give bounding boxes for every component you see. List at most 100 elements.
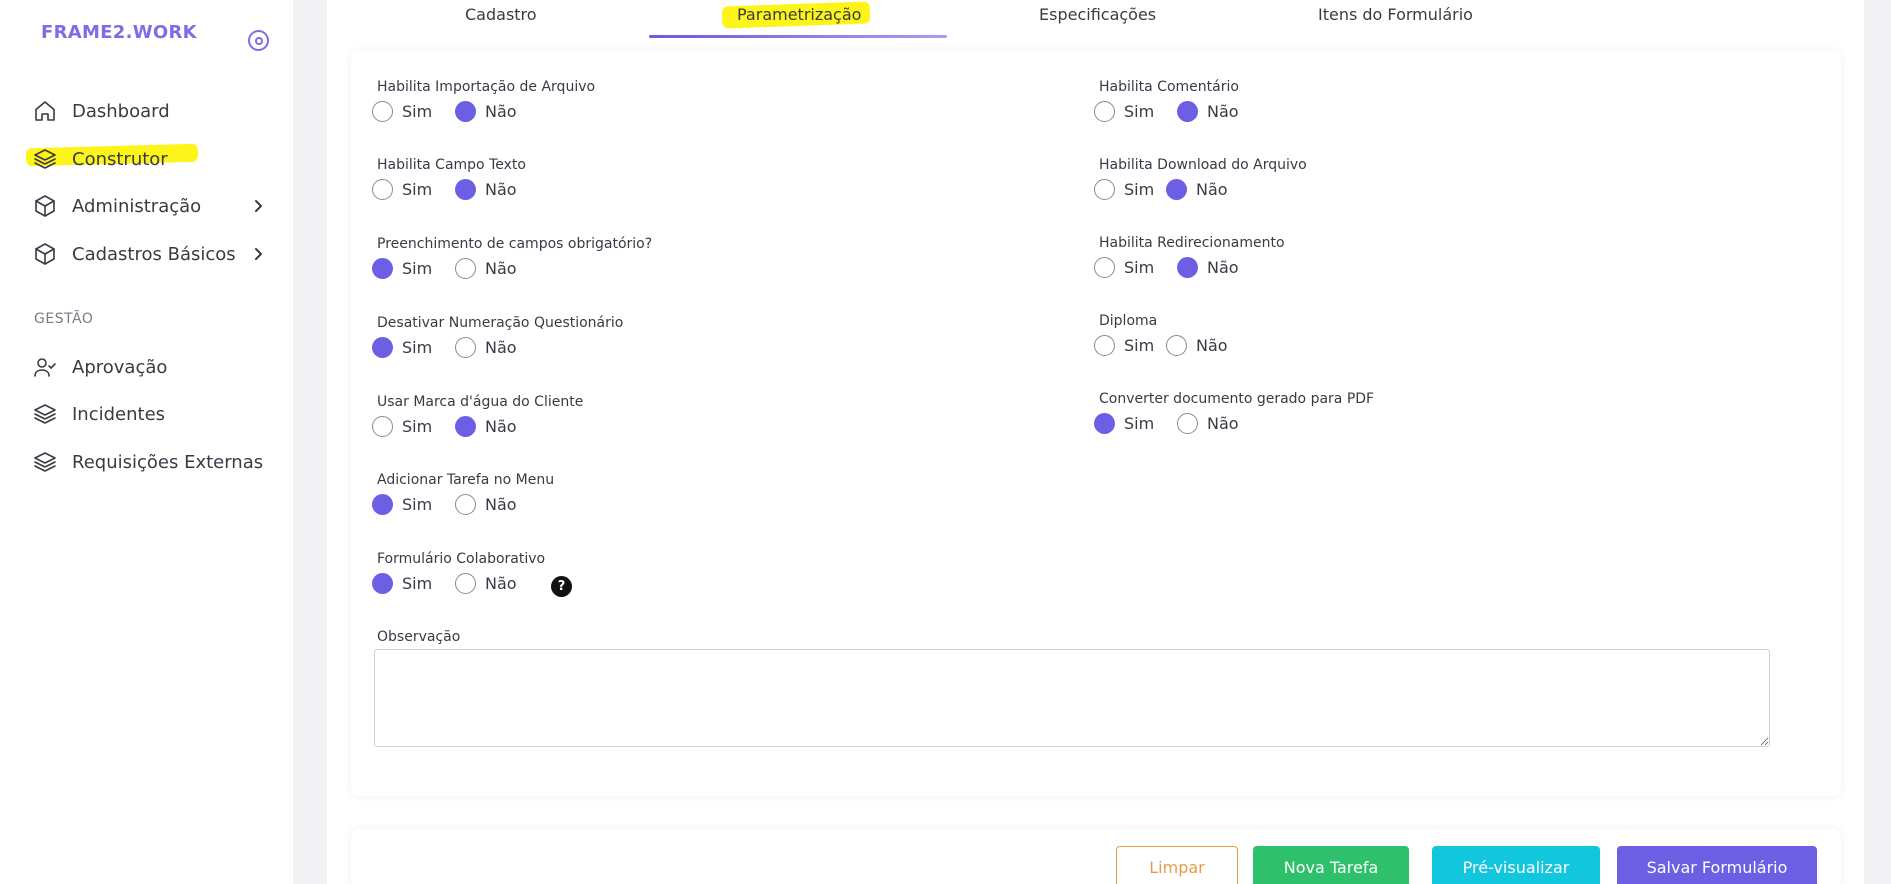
radio-sim[interactable]: Sim <box>372 101 432 122</box>
radio-circle[interactable] <box>372 337 393 358</box>
radio-circle[interactable] <box>1094 179 1115 200</box>
salvar-formulario-button[interactable]: Salvar Formulário <box>1617 846 1817 884</box>
radio-circle[interactable] <box>455 179 476 200</box>
radio-nao[interactable]: Não <box>455 416 517 437</box>
radio-circle[interactable] <box>1094 335 1115 356</box>
sidebar-item-administracao[interactable]: Administração <box>32 191 272 221</box>
radio-circle[interactable] <box>1094 413 1115 434</box>
radio-label: Não <box>485 338 517 357</box>
radio-circle[interactable] <box>1094 101 1115 122</box>
sidebar-item-dashboard[interactable]: Dashboard <box>32 96 170 126</box>
radio-label: Não <box>485 102 517 121</box>
radio-nao[interactable]: Não <box>455 573 517 594</box>
radio-sim[interactable]: Sim <box>372 337 432 358</box>
radio-nao[interactable]: Não <box>455 337 517 358</box>
sidebar-item-label: Aprovação <box>72 356 168 378</box>
radio-circle[interactable] <box>455 258 476 279</box>
radio-label: Sim <box>402 338 433 357</box>
sidebar-item-label: Construtor <box>72 148 168 170</box>
radio-label: Sim <box>402 259 433 278</box>
field-label: Habilita Download do Arquivo <box>1099 157 1307 173</box>
radio-nao[interactable]: Não <box>1177 101 1239 122</box>
tab-parametrizacao[interactable]: Parametrização <box>737 5 861 24</box>
sidebar-item-incidentes[interactable]: Incidentes <box>32 399 165 429</box>
sidebar-toggle-icon[interactable] <box>248 30 269 51</box>
radio-circle[interactable] <box>1166 179 1187 200</box>
tab-itens-do-formulario[interactable]: Itens do Formulário <box>1318 5 1473 24</box>
radio-circle[interactable] <box>372 416 393 437</box>
radio-label: Não <box>1196 336 1228 355</box>
radio-label: Não <box>485 259 517 278</box>
radio-circle[interactable] <box>1177 101 1198 122</box>
sidebar-item-construtor[interactable]: Construtor <box>32 144 168 174</box>
radio-nao[interactable]: Não <box>455 101 517 122</box>
radio-circle[interactable] <box>455 573 476 594</box>
radio-nao[interactable]: Não <box>1177 257 1239 278</box>
layers-icon <box>32 449 58 475</box>
radio-circle[interactable] <box>372 573 393 594</box>
field-label: Habilita Importação de Arquivo <box>377 79 596 95</box>
sidebar-item-requisicoes-externas[interactable]: Requisições Externas <box>32 447 263 477</box>
radio-sim[interactable]: Sim <box>1094 101 1154 122</box>
tab-cadastro[interactable]: Cadastro <box>465 5 537 24</box>
radio-circle[interactable] <box>372 494 393 515</box>
radio-label: Sim <box>1124 180 1155 199</box>
radio-circle[interactable] <box>455 416 476 437</box>
radio-label: Sim <box>402 180 433 199</box>
observacao-textarea[interactable] <box>374 649 1770 747</box>
field-label: Habilita Comentário <box>1099 79 1239 95</box>
radio-label: Sim <box>1124 414 1155 433</box>
field-label: Habilita Campo Texto <box>377 157 526 173</box>
radio-label: Sim <box>1124 258 1155 277</box>
radio-sim[interactable]: Sim <box>372 416 432 437</box>
radio-label: Sim <box>1124 336 1155 355</box>
chevron-right-icon <box>250 246 266 262</box>
radio-sim[interactable]: Sim <box>372 494 432 515</box>
field-label: Adicionar Tarefa no Menu <box>377 472 555 488</box>
brand-logo[interactable]: FRAME2.WORK <box>41 22 197 43</box>
radio-circle[interactable] <box>1166 335 1187 356</box>
radio-sim[interactable]: Sim <box>1094 257 1154 278</box>
box-icon <box>32 241 58 267</box>
radio-label: Sim <box>402 417 433 436</box>
radio-circle[interactable] <box>372 101 393 122</box>
radio-circle[interactable] <box>1177 413 1198 434</box>
radio-circle[interactable] <box>455 494 476 515</box>
radio-circle[interactable] <box>455 101 476 122</box>
radio-sim[interactable]: Sim <box>1094 179 1154 200</box>
radio-sim[interactable]: Sim <box>372 573 432 594</box>
sidebar: FRAME2.WORK Dashboard Construtor Adminis… <box>0 0 293 884</box>
radio-sim[interactable]: Sim <box>1094 413 1154 434</box>
radio-label: Não <box>1196 180 1228 199</box>
help-icon[interactable]: ? <box>551 576 572 597</box>
pre-visualizar-button[interactable]: Pré-visualizar <box>1432 846 1600 884</box>
radio-nao[interactable]: Não <box>455 494 517 515</box>
sidebar-item-cadastros-basicos[interactable]: Cadastros Básicos <box>32 239 272 269</box>
field-label: Habilita Redirecionamento <box>1099 235 1285 251</box>
radio-nao[interactable]: Não <box>1177 413 1239 434</box>
chevron-right-icon <box>250 198 266 214</box>
radio-sim[interactable]: Sim <box>372 179 432 200</box>
radio-circle[interactable] <box>1094 257 1115 278</box>
section-label-gestao: GESTÃO <box>34 311 94 327</box>
sidebar-item-label: Administração <box>72 195 202 217</box>
radio-sim[interactable]: Sim <box>372 258 432 279</box>
home-icon <box>32 98 58 124</box>
radio-sim[interactable]: Sim <box>1094 335 1154 356</box>
nova-tarefa-button[interactable]: Nova Tarefa <box>1253 846 1409 884</box>
radio-circle[interactable] <box>372 258 393 279</box>
radio-label: Sim <box>402 574 433 593</box>
radio-circle[interactable] <box>1177 257 1198 278</box>
radio-nao[interactable]: Não <box>1166 335 1228 356</box>
radio-nao[interactable]: Não <box>455 179 517 200</box>
radio-nao[interactable]: Não <box>455 258 517 279</box>
tab-especificacoes[interactable]: Especificações <box>1039 5 1156 24</box>
layers-icon <box>32 401 58 427</box>
radio-circle[interactable] <box>455 337 476 358</box>
radio-label: Não <box>485 495 517 514</box>
radio-nao[interactable]: Não <box>1166 179 1228 200</box>
radio-circle[interactable] <box>372 179 393 200</box>
sidebar-item-aprovacao[interactable]: Aprovação <box>32 352 167 382</box>
limpar-button[interactable]: Limpar <box>1116 846 1238 884</box>
radio-label: Não <box>485 417 517 436</box>
